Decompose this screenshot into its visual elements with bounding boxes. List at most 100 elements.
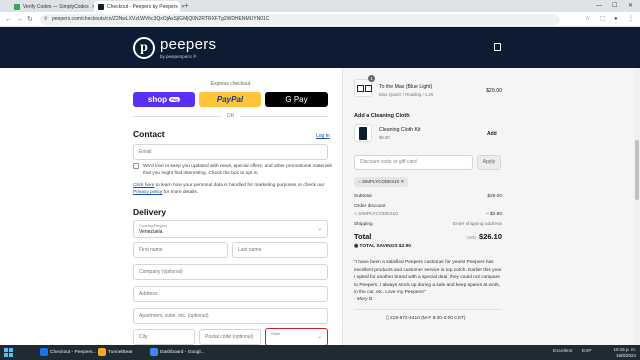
state-select[interactable]: State ⌄ — [265, 328, 328, 346]
tunnelbear-icon — [98, 348, 106, 356]
logo-tagline: by peeperspecs ® — [160, 54, 197, 59]
forward-icon[interactable]: → — [16, 15, 23, 24]
divider — [354, 309, 502, 310]
first-name-field[interactable]: First name — [133, 242, 228, 258]
total-row: Total USD $26.10 — [354, 232, 502, 241]
maximize-icon[interactable]: ☐ — [612, 0, 617, 12]
system-clock[interactable]: 10:15 p. m. 16/9/2024 — [600, 347, 636, 358]
tab-simplycodes[interactable]: Verify Codes — SimplyCodes ✕ — [10, 1, 96, 12]
chrome-icon — [40, 348, 48, 356]
peepers-logo-icon[interactable]: p — [133, 37, 155, 59]
windows-start-icon[interactable] — [4, 348, 13, 357]
address-field[interactable]: Address — [133, 286, 328, 302]
taskbar-item-checkout[interactable]: Checkout - Peepers... — [40, 348, 96, 356]
reading-glasses-icon — [357, 85, 372, 92]
shipping-row: Shipping Enter shipping address — [354, 222, 502, 227]
tab-label: Verify Codes — SimplyCodes — [23, 3, 89, 10]
scrollbar-thumb[interactable] — [635, 140, 639, 200]
express-checkout-title: Express checkout — [210, 81, 251, 87]
language-indicator[interactable]: ESP — [582, 349, 592, 354]
taskbar-label: TunnelBear — [108, 349, 133, 355]
address-bar-row: ← → ↻ ⚲ peepers.com/checkouts/cn/Z2NwLXV… — [0, 12, 640, 27]
total-amount-group: USD $26.10 — [467, 232, 502, 241]
postal-code-field[interactable]: Postal code (optional) — [199, 329, 261, 345]
order-discount-row: Order discount — [354, 204, 502, 209]
shopping-bag-icon[interactable] — [494, 43, 501, 51]
country-value: Venezuela — [139, 229, 163, 235]
city-placeholder: City — [139, 334, 148, 340]
privacy-policy-link[interactable]: Privacy policy — [133, 190, 162, 195]
order-discount-label: Order discount — [354, 204, 386, 209]
taskbar-item-dashboard[interactable]: Dashboard - Googl... — [150, 348, 205, 356]
marketing-opt-in-checkbox[interactable] — [133, 163, 139, 169]
shipping-value: Enter shipping address — [452, 222, 502, 227]
shipping-label: Shipping — [354, 222, 373, 227]
taskbar-item-tunnelbear[interactable]: TunnelBear — [98, 348, 133, 356]
company-placeholder: Company (optional) — [139, 269, 183, 275]
state-label: State — [271, 331, 281, 336]
privacy-text-end: for more details. — [162, 190, 199, 195]
bookmark-icon[interactable]: ☆ — [585, 15, 590, 24]
discount-value: − $2.90 — [485, 212, 502, 217]
currency-code: USD — [466, 235, 477, 240]
address-placeholder: Address — [139, 291, 158, 297]
discount-code-label: ⌂ SIMPLYCODES10 — [354, 212, 398, 217]
page-scrollbar[interactable] — [634, 68, 640, 345]
discount-code-row: ⌂ SIMPLYCODES10 − $2.90 — [354, 212, 502, 217]
discount-code-input[interactable]: Discount code or gift card — [354, 155, 473, 170]
email-field[interactable]: Email — [133, 144, 328, 160]
last-name-field[interactable]: Last name — [232, 242, 328, 258]
city-field[interactable]: City — [133, 329, 195, 345]
paypal-button[interactable]: PayPal — [199, 92, 261, 107]
chevron-down-icon: ⌄ — [317, 226, 322, 232]
new-tab-button[interactable]: + — [184, 1, 189, 11]
profile-icon[interactable]: ● — [614, 15, 618, 24]
taskbar-label: Dashboard - Googl... — [160, 349, 205, 355]
cleaning-cloth-icon — [359, 127, 367, 140]
company-field[interactable]: Company (optional) — [133, 264, 328, 280]
back-icon[interactable]: ← — [5, 15, 12, 24]
chevron-down-icon: ⌄ — [317, 334, 322, 340]
last-name-placeholder: Last name — [238, 247, 262, 253]
login-link[interactable]: Log in — [316, 133, 330, 139]
shop-pay-label: shop — [147, 95, 167, 104]
shop-pay-button[interactable]: shop Pay — [133, 92, 195, 107]
remove-code-icon[interactable]: ✕ — [400, 179, 404, 184]
extensions-icon[interactable]: ⬚ — [600, 15, 606, 24]
subtotal-label: Subtotal — [354, 194, 372, 199]
phone-text: 219-872-4410 (M-F 8:30-4:00 CST) — [389, 316, 466, 321]
apply-button[interactable]: Apply — [477, 155, 501, 170]
apartment-field[interactable]: Apartment, suite, etc. (optional) — [133, 308, 328, 324]
google-pay-button[interactable]: G Pay — [265, 92, 328, 107]
contact-heading: Contact — [133, 129, 165, 139]
site-info-icon[interactable]: ⚲ — [44, 14, 48, 25]
postal-placeholder: Postal code (optional) — [205, 334, 254, 340]
product-name: To the Max (Blue Light) — [379, 84, 433, 90]
support-phone: ▯ 219-872-4410 (M-F 8:30-4:00 CST) — [386, 316, 465, 321]
phone-icon: ▯ — [386, 316, 389, 321]
click-here-link[interactable]: Click here — [133, 183, 154, 188]
total-label: Total — [354, 232, 372, 241]
reload-icon[interactable]: ↻ — [27, 15, 33, 24]
url-input[interactable]: ⚲ peepers.com/checkouts/cn/Z2NwLXVzLWVhc… — [40, 14, 560, 25]
apartment-placeholder: Apartment, suite, etc. (optional) — [139, 313, 209, 319]
delivery-heading: Delivery — [133, 207, 167, 217]
tag-icon: ⌂ — [358, 179, 361, 184]
product-price: $29.00 — [486, 88, 502, 94]
tab-checkout[interactable]: Checkout - Peepers by Peepers ✕ — [94, 1, 185, 12]
menu-icon[interactable]: ⋮ — [628, 15, 634, 24]
weather-text[interactable]: Excellent — [553, 349, 572, 354]
taskbar: Checkout - Peepers... TunnelBear Dashboa… — [0, 345, 640, 360]
country-select[interactable]: Country/Region Venezuela ⌄ — [133, 220, 328, 238]
add-cloth-button[interactable]: Add — [487, 131, 497, 137]
upsell-name: Cleaning Cloth Kit — [379, 127, 421, 133]
checkout-form-column: Express checkout shop Pay PayPal G Pay O… — [0, 68, 342, 346]
total-value: $26.10 — [479, 232, 502, 241]
privacy-text: to learn how your personal data is handl… — [154, 183, 325, 188]
minimize-icon[interactable]: — — [596, 0, 602, 12]
first-name-placeholder: First name — [139, 247, 163, 253]
close-window-icon[interactable]: ✕ — [628, 0, 633, 12]
country-label: Country/Region — [139, 223, 167, 228]
logo-name[interactable]: peepers — [160, 36, 216, 53]
subtotal-row: Subtotal $29.00 — [354, 194, 502, 199]
